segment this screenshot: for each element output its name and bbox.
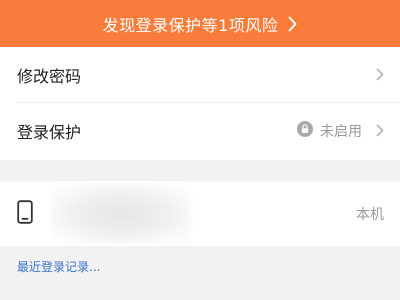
chevron-right-icon	[376, 122, 384, 141]
login-protection-label: 登录保护	[17, 123, 82, 142]
device-card: 本机	[0, 181, 400, 246]
chevron-right-icon	[376, 66, 384, 85]
login-protection-row[interactable]: 登录保护 未启用	[0, 103, 400, 159]
chevron-right-icon	[288, 16, 297, 32]
login-protection-status: 未启用	[320, 124, 362, 140]
current-device-tag: 本机	[356, 206, 384, 223]
risk-banner-text: 发现登录保护等1项风险	[102, 15, 279, 35]
risk-banner[interactable]: 发现登录保护等1项风险	[0, 0, 400, 47]
security-settings-card: 修改密码 登录保护 未启用	[0, 47, 400, 160]
phone-icon	[17, 199, 33, 228]
device-name-blurred	[51, 183, 191, 244]
change-password-row[interactable]: 修改密码	[0, 47, 400, 103]
device-row[interactable]: 本机	[0, 181, 400, 246]
recent-login-link[interactable]: 最近登录记录...	[17, 258, 100, 275]
lock-icon	[297, 121, 313, 141]
change-password-label: 修改密码	[17, 67, 82, 86]
